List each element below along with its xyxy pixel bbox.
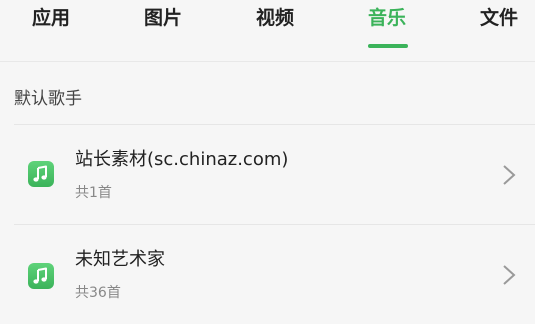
artist-row[interactable]: 未知艺术家 共36首	[14, 224, 535, 324]
music-note-icon	[28, 161, 54, 187]
tab-images[interactable]: 图片	[144, 6, 182, 30]
artist-song-count: 共1首	[75, 185, 112, 201]
section-title-default-artists: 默认歌手	[14, 89, 82, 109]
artist-name: 站长素材(sc.chinaz.com)	[75, 149, 289, 170]
active-tab-indicator	[368, 44, 408, 48]
music-note-icon	[28, 263, 54, 289]
chevron-right-icon	[500, 263, 518, 287]
tab-files[interactable]: 文件	[480, 6, 518, 30]
category-tab-bar: 应用 图片 视频 音乐 文件	[0, 0, 535, 62]
tab-apps[interactable]: 应用	[32, 6, 70, 30]
artist-row[interactable]: 站长素材(sc.chinaz.com) 共1首	[14, 124, 535, 224]
artist-name: 未知艺术家	[75, 249, 165, 270]
artist-song-count: 共36首	[75, 285, 121, 301]
tab-music[interactable]: 音乐	[368, 6, 406, 30]
tab-videos[interactable]: 视频	[256, 6, 294, 30]
chevron-right-icon	[500, 163, 518, 187]
